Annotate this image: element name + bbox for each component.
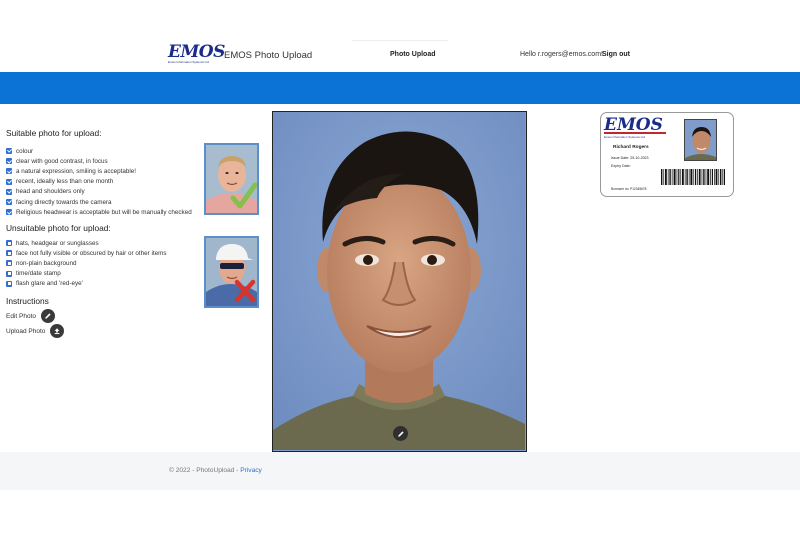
checkbox-icon (6, 148, 12, 155)
checkbox-icon (6, 178, 12, 185)
checkbox-icon (6, 158, 12, 165)
edit-photo-button[interactable] (393, 426, 408, 441)
checkmark-icon (230, 182, 257, 209)
id-card-preview: EMOS Emos Information Systems Ltd Richar… (600, 112, 734, 197)
instructions-title: Instructions (6, 296, 49, 306)
bullet-icon (6, 280, 12, 287)
accent-banner (0, 72, 800, 104)
user-greeting[interactable]: Hello r.rogers@emos.com! (520, 51, 603, 58)
nav-photo-upload-link[interactable]: Photo Upload (390, 51, 436, 58)
card-logo-underline (604, 132, 666, 134)
card-logo-subtitle: Emos Information Systems Ltd (604, 135, 645, 139)
copyright-text: © 2022 - PhotoUpload - (169, 467, 241, 474)
bad-example-photo (204, 236, 259, 308)
checkbox-icon (6, 209, 12, 216)
upload-photo-instruction: Upload Photo (6, 324, 65, 338)
bullet-icon (6, 270, 12, 277)
upload-icon[interactable] (50, 324, 65, 338)
footer-text: © 2022 - PhotoUpload - Privacy (169, 467, 262, 474)
bullet-icon (6, 240, 12, 247)
list-item: hats, headgear or sunglasses (6, 238, 167, 248)
privacy-link[interactable]: Privacy (240, 467, 262, 474)
sign-out-button[interactable]: Sign out (602, 51, 630, 58)
list-item: non-plain background (6, 258, 167, 268)
pencil-icon (397, 430, 404, 437)
card-borrower-number: Borrower no: P12345678 (611, 187, 647, 191)
app-name[interactable]: EMOS Photo Upload (224, 50, 312, 61)
nav-divider (352, 40, 448, 41)
card-issue-date: Issue Date: 29-10-2023 (611, 156, 649, 160)
top-navbar: EMOS Emos Information Systems Ltd EMOS P… (0, 0, 800, 72)
list-item: time/date stamp (6, 269, 167, 279)
good-example-photo (204, 143, 259, 215)
page: EMOS Emos Information Systems Ltd EMOS P… (0, 0, 800, 533)
list-item: face not fully visible or obscured by ha… (6, 248, 167, 258)
suitable-title: Suitable photo for upload: (6, 128, 102, 138)
card-photo (684, 119, 717, 161)
barcode-icon (661, 169, 725, 185)
uploaded-photo[interactable] (272, 111, 527, 452)
list-item: flash glare and 'red-eye' (6, 279, 167, 289)
checkbox-icon (6, 168, 12, 175)
unsuitable-title: Unsuitable photo for upload: (6, 223, 111, 233)
cross-icon (234, 279, 256, 303)
pencil-icon[interactable] (41, 309, 55, 323)
card-holder-name: Richard Rogers (613, 145, 649, 150)
footer (0, 452, 800, 490)
checkbox-icon (6, 199, 12, 206)
brand-logo[interactable]: EMOS Emos Information Systems Ltd (168, 42, 225, 68)
unsuitable-list: hats, headgear or sunglasses face not fu… (6, 238, 167, 289)
logo-text: EMOS (168, 42, 225, 62)
checkbox-icon (6, 188, 12, 195)
upload-photo-label: Upload Photo (6, 327, 46, 335)
bullet-icon (6, 260, 12, 267)
edit-photo-label: Edit Photo (6, 312, 36, 320)
bullet-icon (6, 250, 12, 257)
card-expiry-date: Expiry Date: (611, 164, 631, 168)
edit-photo-instruction: Edit Photo (6, 309, 55, 323)
